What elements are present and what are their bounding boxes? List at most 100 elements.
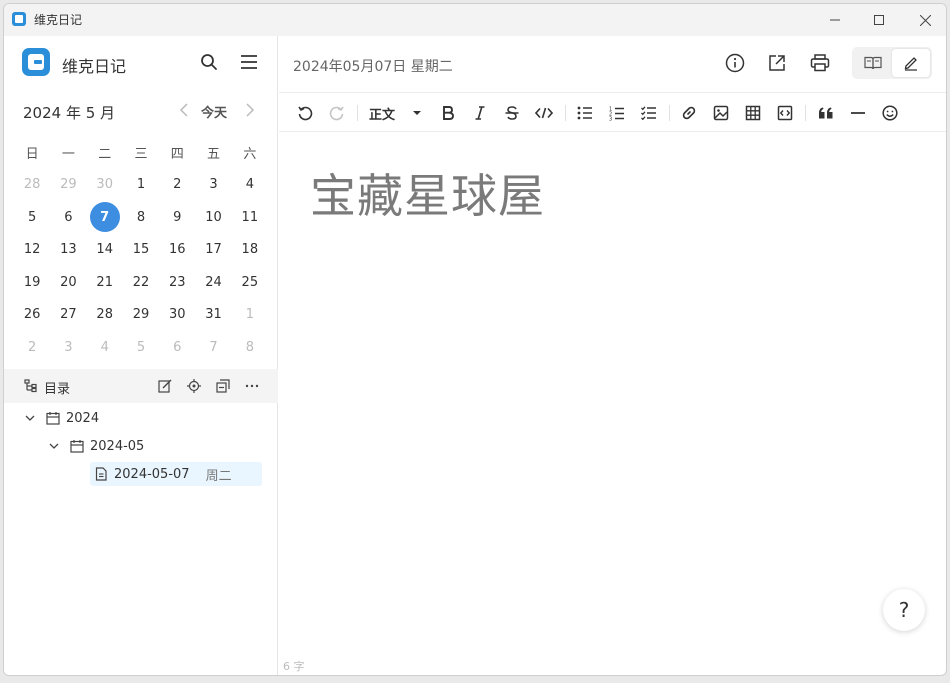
calendar-day[interactable]: 23 — [159, 266, 195, 298]
calendar-day[interactable]: 31 — [195, 299, 231, 331]
info-button[interactable] — [722, 50, 748, 76]
new-entry-button[interactable] — [156, 377, 174, 395]
calendar-day[interactable]: 1 — [123, 169, 159, 201]
calendar-day[interactable]: 30 — [159, 299, 195, 331]
app-name: 维克日记 — [62, 57, 127, 76]
calendar-day[interactable]: 16 — [159, 234, 195, 266]
read-mode-button[interactable] — [854, 49, 892, 77]
inline-code-button[interactable] — [533, 102, 555, 124]
calendar-day[interactable]: 27 — [50, 299, 86, 331]
weekday-label: 一 — [61, 146, 75, 162]
calendar-day[interactable]: 11 — [232, 201, 268, 233]
numbered-list-button[interactable]: 123 — [607, 102, 627, 124]
strikethrough-button[interactable] — [502, 102, 522, 124]
calendar-day[interactable]: 9 — [159, 201, 195, 233]
calendar-day[interactable]: 1 — [232, 299, 268, 331]
task-list-button[interactable] — [639, 102, 659, 124]
insert-table-button[interactable] — [743, 102, 763, 124]
calendar-day[interactable]: 19 — [14, 266, 50, 298]
more-options-button[interactable] — [243, 377, 261, 395]
bullet-list-button[interactable] — [575, 102, 595, 124]
today-button[interactable]: 今天 — [201, 102, 227, 121]
export-icon — [769, 55, 785, 71]
toolbar-divider — [565, 105, 566, 121]
editor-content-heading[interactable]: 宝藏星球屋 — [310, 160, 545, 226]
insert-image-button[interactable] — [711, 102, 731, 124]
calendar-week: 5 6 7 8 9 10 11 — [14, 201, 268, 234]
calendar-day[interactable]: 2 — [159, 169, 195, 201]
calendar-day[interactable]: 22 — [123, 266, 159, 298]
link-button[interactable] — [679, 102, 699, 124]
calendar-day[interactable]: 6 — [50, 201, 86, 233]
calendar-day[interactable]: 25 — [232, 266, 268, 298]
emoji-button[interactable] — [880, 102, 900, 124]
calendar-day-selected[interactable]: 7 — [87, 201, 123, 233]
calendar-day[interactable]: 28 — [14, 169, 50, 201]
image-icon — [713, 105, 729, 121]
calendar-day[interactable]: 20 — [50, 266, 86, 298]
calendar-day[interactable]: 3 — [50, 331, 86, 363]
weekday-label: 日 — [25, 146, 39, 162]
calendar-day[interactable]: 29 — [123, 299, 159, 331]
prev-month-button[interactable] — [179, 102, 189, 118]
bold-button[interactable] — [438, 102, 458, 124]
next-month-button[interactable] — [245, 102, 255, 118]
calendar-day[interactable]: 18 — [232, 234, 268, 266]
weekday-label: 二 — [98, 146, 112, 162]
print-button[interactable] — [807, 50, 833, 76]
undo-button[interactable] — [295, 102, 315, 124]
strikethrough-icon — [505, 106, 519, 120]
app-window: 维克日记 维克日记 2024 年 5 月 今天 日 一 二 三 四 五 六 28… — [3, 3, 947, 676]
calendar-day[interactable]: 21 — [87, 266, 123, 298]
calendar-day[interactable]: 10 — [195, 201, 231, 233]
help-button[interactable]: ? — [883, 589, 925, 631]
calendar-day[interactable]: 5 — [14, 201, 50, 233]
horizontal-rule-button[interactable] — [848, 102, 868, 124]
weekday-label: 六 — [243, 146, 257, 162]
calendar-day[interactable]: 5 — [123, 331, 159, 363]
search-button[interactable] — [197, 50, 221, 74]
calendar-day[interactable]: 13 — [50, 234, 86, 266]
menu-button[interactable] — [237, 50, 261, 74]
entry-weekday-label: 周二 — [205, 468, 232, 484]
close-window-button[interactable] — [910, 8, 940, 32]
blockquote-button[interactable] — [816, 102, 836, 124]
collapse-all-button[interactable] — [214, 377, 232, 395]
paragraph-style-select[interactable]: 正文 — [369, 102, 425, 124]
locate-button[interactable] — [185, 377, 203, 395]
minimize-icon — [830, 19, 840, 21]
calendar-day[interactable]: 3 — [195, 169, 231, 201]
tree-node-entry[interactable]: 2024-05-07 周二 — [90, 462, 262, 486]
redo-button[interactable] — [327, 102, 347, 124]
calendar-day[interactable]: 26 — [14, 299, 50, 331]
edit-mode-button[interactable] — [892, 49, 930, 77]
toolbar-divider — [805, 105, 806, 121]
calendar-day[interactable]: 17 — [195, 234, 231, 266]
calendar-day[interactable]: 4 — [87, 331, 123, 363]
calendar-day[interactable]: 8 — [232, 331, 268, 363]
calendar-day[interactable]: 30 — [87, 169, 123, 201]
code-block-button[interactable] — [775, 102, 795, 124]
minimize-button[interactable] — [820, 8, 850, 32]
calendar-day[interactable]: 28 — [87, 299, 123, 331]
export-button[interactable] — [764, 50, 790, 76]
calendar-day[interactable]: 24 — [195, 266, 231, 298]
calendar-day[interactable]: 29 — [50, 169, 86, 201]
document-icon — [95, 467, 107, 481]
tree-node-month[interactable]: 2024-05 — [48, 434, 144, 458]
italic-button[interactable] — [470, 102, 490, 124]
calendar-day[interactable]: 12 — [14, 234, 50, 266]
calendar-day[interactable]: 15 — [123, 234, 159, 266]
calendar-day[interactable]: 6 — [159, 331, 195, 363]
calendar-day[interactable]: 8 — [123, 201, 159, 233]
maximize-button[interactable] — [864, 8, 894, 32]
toolbar-divider — [357, 105, 358, 121]
calendar-day[interactable]: 7 — [195, 331, 231, 363]
calendar-day[interactable]: 4 — [232, 169, 268, 201]
edit-icon — [158, 379, 172, 393]
tree-node-year[interactable]: 2024 — [24, 406, 99, 430]
paragraph-style-label: 正文 — [369, 107, 396, 123]
calendar-day[interactable]: 2 — [14, 331, 50, 363]
chevron-down-icon — [49, 443, 59, 449]
calendar-day[interactable]: 14 — [87, 234, 123, 266]
